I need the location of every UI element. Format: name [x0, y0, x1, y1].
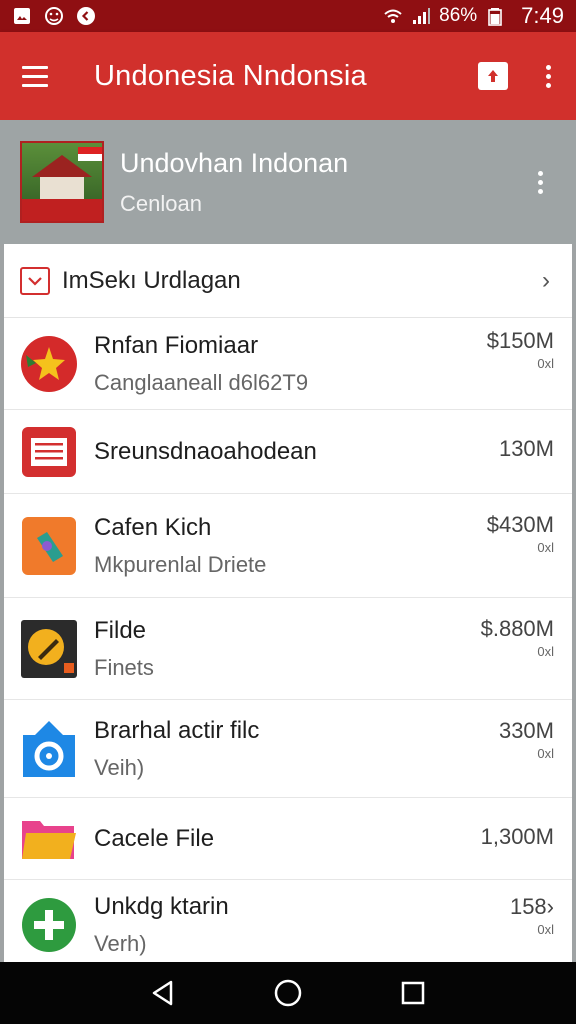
file-list-panel: ImSekı Urdlagan › Rnfan Fiomiaar Canglaa… [4, 244, 572, 962]
file-size: $.880M [480, 616, 554, 641]
header-thumbnail [20, 141, 104, 223]
file-size: 1,300M [480, 824, 554, 849]
section-header[interactable]: ImSekı Urdlagan › [4, 244, 572, 318]
app-bar: Undonesia Nndonsia [0, 32, 576, 120]
status-bar: 86% 7:49 [0, 0, 576, 32]
add-circle-icon [20, 896, 78, 954]
header-more-icon[interactable] [534, 170, 546, 194]
file-size: 130M [498, 436, 554, 461]
file-size-unit: 0хl [537, 356, 554, 371]
file-title: Sreunsdnaoahodean [94, 437, 317, 465]
file-subtitle: Veih) [94, 754, 145, 780]
document-icon [20, 423, 78, 481]
file-subtitle: Mkpurenlal Driete [94, 551, 267, 577]
star-badge-icon [20, 335, 78, 393]
battery-percent: 86% [439, 5, 478, 26]
file-size-unit: 0хl [537, 644, 554, 659]
arrow-up-icon [488, 70, 498, 82]
folder-icon [20, 810, 78, 868]
file-size: 330M [498, 718, 554, 743]
camera-icon [20, 720, 78, 778]
list-item[interactable]: Cacele File 1,300M [4, 798, 572, 880]
back-notification-icon [76, 6, 96, 26]
header-card[interactable]: Undovhan Indonan Cenloan [0, 120, 576, 244]
chevron-right-icon[interactable]: › [542, 267, 550, 295]
file-title: Unkdg ktarin [94, 892, 229, 920]
overflow-menu-icon[interactable] [542, 64, 554, 88]
upload-button[interactable] [478, 62, 508, 90]
pencil-icon [20, 619, 78, 678]
notification-icons [12, 6, 96, 26]
navigation-bar [0, 962, 576, 1024]
list-item[interactable]: Unkdg ktarin Verh) 158› 0хl [4, 880, 572, 962]
flag-inbox-icon [20, 266, 50, 295]
list-item[interactable]: Sreunsdnaoahodean 130M [4, 410, 572, 494]
file-size-unit: 0хl [537, 746, 554, 761]
face-notification-icon [44, 6, 64, 26]
clock: 7:49 [521, 3, 564, 28]
menu-icon[interactable] [22, 59, 56, 93]
back-icon[interactable] [143, 973, 183, 1013]
app-title: Undonesia Nndonsia [94, 59, 367, 92]
file-subtitle: Canglaaneall d6l62T9 [94, 369, 309, 395]
header-title: Undovhan Indonan [120, 147, 349, 178]
wifi-icon [383, 6, 403, 26]
list-item[interactable]: Filde Finets $.880M 0хl [4, 598, 572, 700]
signal-icon [411, 6, 431, 26]
section-label: ImSekı Urdlagan [62, 266, 241, 294]
list-item[interactable]: Rnfan Fiomiaar Canglaaneall d6l62T9 $150… [4, 318, 572, 410]
file-title: Brarhal actir filc [94, 716, 260, 744]
file-size: $430M [486, 512, 554, 537]
list-item[interactable]: Brarhal actir filc Veih) 330M 0хl [4, 700, 572, 798]
header-subtitle: Cenloan [120, 190, 202, 216]
battery-icon [485, 6, 505, 26]
file-size-unit: 0хl [537, 540, 554, 555]
tool-icon [20, 516, 78, 575]
home-icon[interactable] [268, 973, 308, 1013]
file-subtitle: Verh) [94, 930, 147, 956]
recents-icon[interactable] [393, 973, 433, 1013]
file-size-unit: 0хl [537, 922, 554, 937]
image-notification-icon [12, 6, 32, 26]
list-item[interactable]: Cafen Kich Mkpurenlal Driete $430M 0хl [4, 494, 572, 598]
file-size: 158› [509, 894, 554, 919]
file-size: $150M [486, 328, 554, 353]
